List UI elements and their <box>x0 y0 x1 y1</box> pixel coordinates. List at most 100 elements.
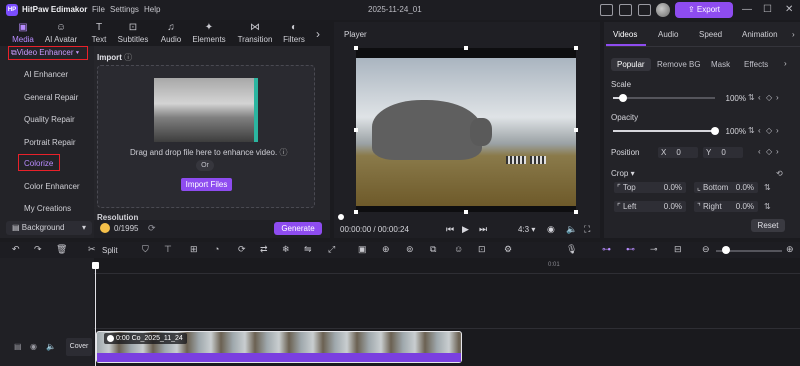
more-props-chevron-icon[interactable]: › <box>792 30 795 39</box>
rotate-icon[interactable]: ⟳ <box>238 244 246 255</box>
resize-handle[interactable] <box>574 210 578 214</box>
resize-handle[interactable] <box>354 210 358 214</box>
undo-icon[interactable]: ↶ <box>12 244 20 255</box>
tab-audio[interactable]: ♫ Audio <box>150 22 192 46</box>
track-mute-icon[interactable]: 🔈 <box>46 342 56 351</box>
stabilize-icon[interactable]: ⊡ <box>478 244 486 255</box>
zoom-out-icon[interactable]: ⊖ <box>702 244 710 255</box>
crop-right-field[interactable]: ⌝ Right 0.0% <box>694 201 758 212</box>
more-tabs-chevron-icon[interactable]: › <box>316 27 320 41</box>
resize-handle[interactable] <box>574 46 578 50</box>
subtab-remove-bg[interactable]: Remove BG <box>657 58 701 71</box>
prev-keyframe-icon[interactable]: ‹ <box>758 126 761 135</box>
scale-stepper-icon[interactable]: ⇅ <box>748 93 755 102</box>
menu-file[interactable]: File <box>92 5 105 14</box>
opacity-slider-knob[interactable] <box>711 127 719 135</box>
crop-bottom-field[interactable]: ⌞ Bottom 0.0% <box>694 182 758 193</box>
zoom-slider-knob[interactable] <box>722 246 730 254</box>
opacity-value[interactable]: 100% <box>722 126 746 137</box>
delete-icon[interactable]: 🗑 <box>56 244 67 255</box>
next-keyframe-icon[interactable]: › <box>776 126 779 135</box>
transform-icon[interactable]: ⤢ <box>328 244 335 255</box>
playhead-handle[interactable] <box>92 262 99 269</box>
flip-icon[interactable]: ⇋ <box>304 244 312 255</box>
track-visibility-icon[interactable]: ◉ <box>30 342 37 351</box>
info-icon[interactable]: ⓘ <box>279 148 287 157</box>
split-label[interactable]: Split <box>102 246 118 255</box>
background-dropdown[interactable]: ▤ Background ▾ <box>6 221 92 235</box>
play-icon[interactable]: ▶ <box>462 224 469 235</box>
sidebar-item-general-repair[interactable]: General Repair <box>24 93 78 102</box>
position-x-field[interactable]: X0 <box>658 147 698 158</box>
crop-top-field[interactable]: ⌜ Top 0.0% <box>614 182 686 193</box>
zoom-in-icon[interactable]: ⊕ <box>786 244 794 255</box>
sidebar-item-portrait-repair[interactable]: Portrait Repair <box>24 138 76 147</box>
crop-label[interactable]: Crop ▾ <box>611 169 635 178</box>
reverse-icon[interactable]: ⇄ <box>260 244 268 255</box>
menu-help[interactable]: Help <box>144 5 160 14</box>
resize-handle[interactable] <box>464 46 468 50</box>
tab-animation[interactable]: Animation <box>742 30 778 39</box>
close-icon[interactable]: ✕ <box>785 4 793 15</box>
crop-left-field[interactable]: ⌜ Left 0.0% <box>614 201 686 212</box>
reset-button[interactable]: Reset <box>751 219 785 232</box>
fullscreen-icon[interactable]: ⛶ <box>584 224 590 235</box>
generate-button[interactable]: Generate <box>274 222 322 235</box>
tab-subtitles[interactable]: ⊡ Subtitles <box>112 22 154 46</box>
tab-prop-audio[interactable]: Audio <box>658 30 678 39</box>
sidebar-item-my-creations[interactable]: My Creations <box>24 204 71 213</box>
sidebar-item-quality-repair[interactable]: Quality Repair <box>24 115 75 124</box>
refresh-icon[interactable]: ⟳ <box>148 223 156 234</box>
crop-tool-icon[interactable]: ⊞ <box>190 244 198 255</box>
maximize-icon[interactable]: ☐ <box>763 4 772 15</box>
shield-icon[interactable]: ⛉ <box>142 244 149 255</box>
sidebar-item-colorize[interactable]: Colorize <box>24 159 53 168</box>
split-icon[interactable]: ✂ <box>88 244 96 255</box>
tab-transition[interactable]: ⋈ Transition <box>232 22 278 46</box>
layers-icon[interactable]: ⧉ <box>430 244 436 255</box>
volume-icon[interactable]: 🔈 <box>566 224 577 235</box>
tab-media[interactable]: ▣ Media <box>2 22 44 46</box>
snap-icon[interactable]: ⊷ <box>626 244 635 255</box>
ai-subtitle-icon[interactable]: ▣ <box>358 244 367 255</box>
microphone-icon[interactable]: 🎙 <box>566 244 577 255</box>
next-keyframe-icon[interactable]: › <box>776 93 779 102</box>
tab-speed[interactable]: Speed <box>699 30 722 39</box>
next-frame-icon[interactable]: ⏭ <box>479 224 487 235</box>
reset-crop-icon[interactable]: ⟲ <box>776 169 783 178</box>
more-subtabs-chevron-icon[interactable]: › <box>784 59 787 68</box>
mail-icon[interactable] <box>638 4 651 16</box>
monitor-icon[interactable] <box>600 4 613 16</box>
scale-value[interactable]: 100% <box>722 93 746 104</box>
tab-videos[interactable]: Videos <box>613 30 637 39</box>
settings-icon[interactable]: ⚙ <box>504 244 512 255</box>
crop-stepper-icon[interactable]: ⇅ <box>764 183 771 192</box>
playhead[interactable] <box>95 262 96 366</box>
audio-extract-icon[interactable]: ⊕ <box>382 244 390 255</box>
sidebar-item-color-enhancer[interactable]: Color Enhancer <box>24 182 80 191</box>
cover-button[interactable]: Cover <box>66 338 92 356</box>
subtab-mask[interactable]: Mask <box>711 58 730 71</box>
subtab-popular[interactable]: Popular <box>611 58 651 71</box>
redo-icon[interactable]: ↷ <box>34 244 42 255</box>
minimize-icon[interactable]: — <box>742 4 752 15</box>
menu-settings[interactable]: Settings <box>110 5 139 14</box>
subtab-effects[interactable]: Effects <box>744 58 768 71</box>
time-ruler[interactable] <box>94 260 800 274</box>
crop-stepper-icon[interactable]: ⇅ <box>764 202 771 211</box>
grid-icon[interactable] <box>619 4 632 16</box>
resize-handle[interactable] <box>354 46 358 50</box>
prev-frame-icon[interactable]: ⏮ <box>446 224 454 235</box>
record-icon[interactable]: ⊚ <box>406 244 414 255</box>
face-icon[interactable]: ☺ <box>454 244 463 254</box>
scale-slider-track[interactable] <box>613 97 715 99</box>
aspect-ratio-dropdown[interactable]: 4:3 ▾ <box>518 225 535 234</box>
video-enhancer-dropdown[interactable]: ⧉Video Enhancer ▾ <box>8 46 88 60</box>
marker-icon[interactable]: ⊟ <box>674 244 682 255</box>
opacity-stepper-icon[interactable]: ⇅ <box>748 126 755 135</box>
export-button[interactable]: ⇪ Export <box>675 2 733 18</box>
keyframe-icon[interactable]: ◇ <box>766 147 772 156</box>
sidebar-item-ai-enhancer[interactable]: AI Enhancer <box>24 70 68 79</box>
resize-handle[interactable] <box>354 128 358 132</box>
tab-filters[interactable]: ◐ Filters <box>276 22 312 46</box>
